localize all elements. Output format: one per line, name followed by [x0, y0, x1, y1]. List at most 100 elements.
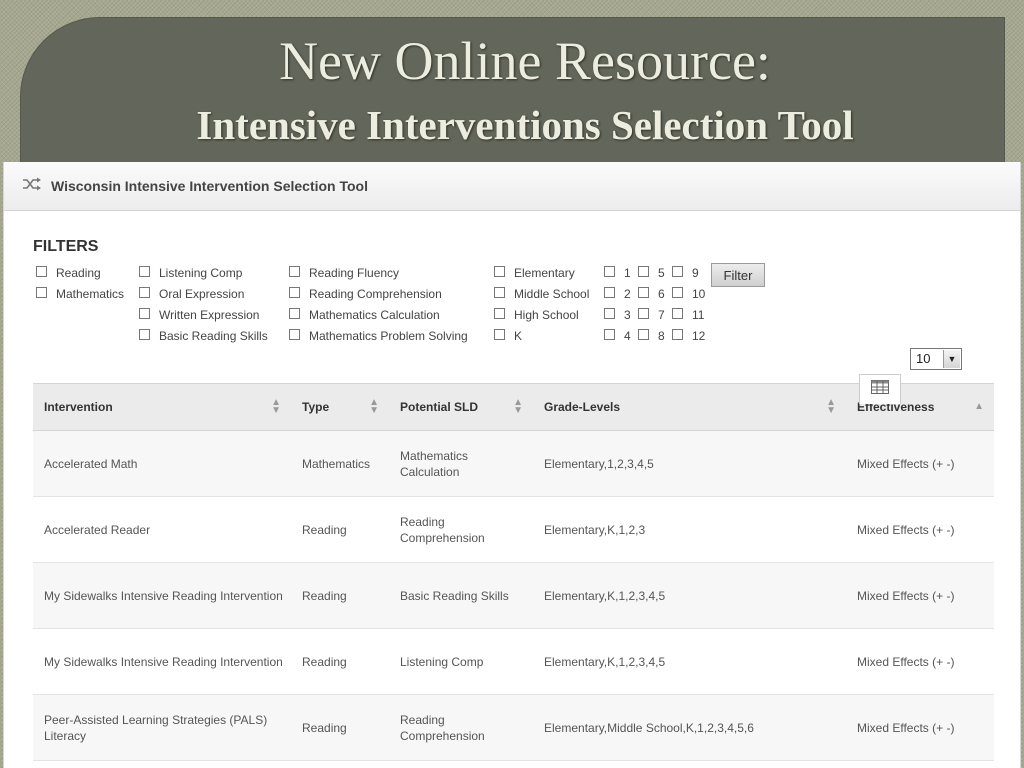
filter-grades-9-12: 9 10 11 12: [672, 266, 705, 350]
filters-heading: FILTERS: [33, 238, 99, 255]
filter-grade-3[interactable]: 3: [604, 308, 631, 329]
filter-basic-reading-skills[interactable]: Basic Reading Skills: [139, 329, 268, 350]
table-row[interactable]: Accelerated Reader Reading Reading Compr…: [33, 496, 994, 563]
cell-effectiveness: Mixed Effects (+ -): [846, 496, 994, 563]
checkbox[interactable]: [289, 329, 300, 340]
checkbox[interactable]: [672, 308, 683, 319]
checkbox[interactable]: [672, 287, 683, 298]
filter-grade-8[interactable]: 8: [638, 329, 665, 350]
filter-grade-10[interactable]: 10: [672, 287, 705, 308]
filter-grade-7[interactable]: 7: [638, 308, 665, 329]
checkbox[interactable]: [638, 329, 649, 340]
filter-mathematics[interactable]: Mathematics: [36, 287, 124, 308]
filter-high-school[interactable]: High School: [494, 308, 589, 329]
cell-grade-levels: Elementary,Middle School,K,1,2,3,4,5,6: [533, 694, 846, 761]
table-row[interactable]: My Sidewalks Intensive Reading Intervent…: [33, 628, 994, 695]
checkbox[interactable]: [494, 308, 505, 319]
filter-elementary[interactable]: Elementary: [494, 266, 589, 287]
filter-skills: Listening Comp Oral Expression Written E…: [139, 266, 268, 350]
cell-intervention: Accelerated Reader: [33, 496, 291, 563]
filter-grades-1-4: 1 2 3 4: [604, 266, 631, 350]
filter-grade-2[interactable]: 2: [604, 287, 631, 308]
checkbox[interactable]: [494, 266, 505, 277]
cell-potential-sld: Mathematics Calculation: [389, 430, 533, 497]
cell-type: Reading: [291, 694, 389, 761]
filter-reading[interactable]: Reading: [36, 266, 124, 287]
checkbox[interactable]: [289, 266, 300, 277]
cell-potential-sld: Basic Reading Skills: [389, 562, 533, 629]
checkbox[interactable]: [638, 287, 649, 298]
app-screenshot: Wisconsin Intensive Intervention Selecti…: [3, 162, 1021, 768]
cell-grade-levels: Elementary,1,2,3,4,5: [533, 430, 846, 497]
checkbox[interactable]: [638, 308, 649, 319]
filter-written-expression[interactable]: Written Expression: [139, 308, 268, 329]
cell-grade-levels: Elementary,K,1,2,3,4,5: [533, 562, 846, 629]
header-potential-sld[interactable]: Potential SLD ▲ ▼: [389, 383, 533, 431]
table-row[interactable]: Peer-Assisted Learning Strategies (PALS)…: [33, 694, 994, 761]
table-row[interactable]: My Sidewalks Intensive Reading Intervent…: [33, 562, 994, 629]
app-toolbar: Wisconsin Intensive Intervention Selecti…: [4, 162, 1020, 211]
filter-reading-comprehension[interactable]: Reading Comprehension: [289, 287, 468, 308]
table-row[interactable]: Accelerated Math Mathematics Mathematics…: [33, 430, 994, 497]
header-type[interactable]: Type ▲ ▼: [291, 383, 389, 431]
filter-grade-4[interactable]: 4: [604, 329, 631, 350]
slide-title: New Online Resource:: [279, 31, 771, 91]
checkbox[interactable]: [604, 329, 615, 340]
filter-grade-1[interactable]: 1: [604, 266, 631, 287]
checkbox[interactable]: [139, 287, 150, 298]
header-intervention[interactable]: Intervention ▲ ▼: [33, 383, 291, 431]
filter-mathematics-problem-solving[interactable]: Mathematics Problem Solving: [289, 329, 468, 350]
checkbox[interactable]: [36, 287, 47, 298]
sort-icon[interactable]: ▲ ▼: [369, 398, 379, 416]
checkbox[interactable]: [289, 287, 300, 298]
checkbox[interactable]: [289, 308, 300, 319]
filter-levels: Elementary Middle School High School K: [494, 266, 589, 350]
cell-type: Reading: [291, 496, 389, 563]
app-title: Wisconsin Intensive Intervention Selecti…: [51, 178, 368, 194]
table-icon: [871, 380, 889, 399]
checkbox[interactable]: [672, 266, 683, 277]
filter-grade-9[interactable]: 9: [672, 266, 705, 287]
checkbox[interactable]: [604, 266, 615, 277]
filter-grade-5[interactable]: 5: [638, 266, 665, 287]
filter-reading-fluency[interactable]: Reading Fluency: [289, 266, 468, 287]
filter-subjects: Reading Mathematics: [36, 266, 124, 308]
cell-intervention: My Sidewalks Intensive Reading Intervent…: [33, 562, 291, 629]
interventions-table: Intervention ▲ ▼ Type ▲ ▼ Potential SLD ▲ ▼ Gr…: [33, 383, 994, 761]
checkbox[interactable]: [36, 266, 47, 277]
chevron-down-icon[interactable]: ▼: [943, 350, 960, 368]
filter-grade-11[interactable]: 11: [672, 308, 705, 329]
checkbox[interactable]: [672, 329, 683, 340]
cell-grade-levels: Elementary,K,1,2,3: [533, 496, 846, 563]
checkbox[interactable]: [604, 287, 615, 298]
checkbox[interactable]: [139, 308, 150, 319]
checkbox[interactable]: [604, 308, 615, 319]
header-grade-levels[interactable]: Grade-Levels ▲ ▼: [533, 383, 846, 431]
checkbox[interactable]: [139, 266, 150, 277]
checkbox[interactable]: [494, 329, 505, 340]
filter-mathematics-calculation[interactable]: Mathematics Calculation: [289, 308, 468, 329]
filter-grade-12[interactable]: 12: [672, 329, 705, 350]
page-size-value: 10: [916, 351, 931, 366]
checkbox[interactable]: [494, 287, 505, 298]
cell-potential-sld: Reading Comprehension: [389, 694, 533, 761]
filter-oral-expression[interactable]: Oral Expression: [139, 287, 268, 308]
filter-listening-comp[interactable]: Listening Comp: [139, 266, 268, 287]
filter-k[interactable]: K: [494, 329, 589, 350]
filter-middle-school[interactable]: Middle School: [494, 287, 589, 308]
cell-intervention: Accelerated Math: [33, 430, 291, 497]
filter-grade-6[interactable]: 6: [638, 287, 665, 308]
column-toggle-button[interactable]: [859, 374, 901, 404]
page-size-select[interactable]: 10 ▼: [910, 348, 962, 370]
checkbox[interactable]: [638, 266, 649, 277]
sort-icon[interactable]: ▲ ▼: [826, 398, 836, 416]
cell-type: Mathematics: [291, 430, 389, 497]
cell-effectiveness: Mixed Effects (+ -): [846, 430, 994, 497]
sort-asc-icon[interactable]: ▲: [974, 402, 984, 412]
filter-button[interactable]: Filter: [711, 263, 765, 287]
checkbox[interactable]: [139, 329, 150, 340]
sort-icon[interactable]: ▲ ▼: [513, 398, 523, 416]
filter-skills-2: Reading Fluency Reading Comprehension Ma…: [289, 266, 468, 350]
sort-icon[interactable]: ▲ ▼: [271, 398, 281, 416]
cell-potential-sld: Listening Comp: [389, 628, 533, 695]
